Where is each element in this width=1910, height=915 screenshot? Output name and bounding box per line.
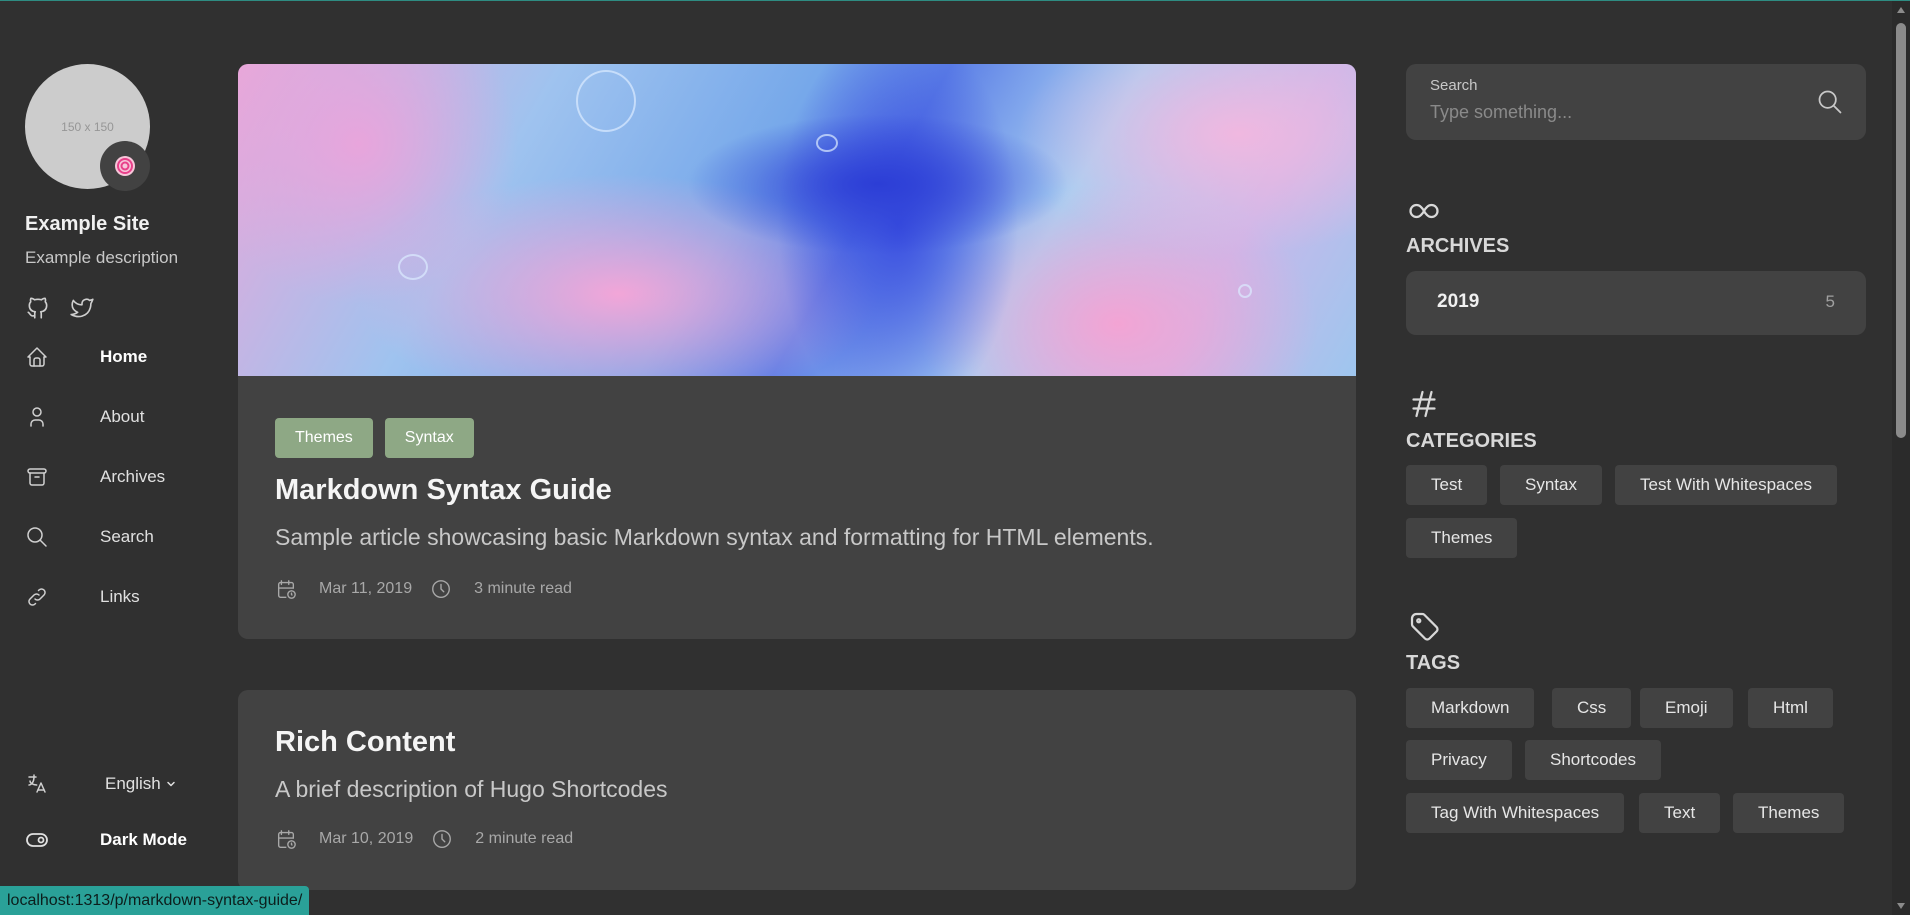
toggle-icon xyxy=(25,828,49,852)
menu-item-home[interactable]: Home xyxy=(25,337,205,377)
tag-chip[interactable]: Privacy xyxy=(1406,740,1512,780)
avatar-placeholder-text: 150 x 150 xyxy=(61,119,114,134)
link-icon xyxy=(25,585,49,609)
clock-icon xyxy=(431,828,453,850)
category-chip[interactable]: Syntax xyxy=(1500,465,1602,505)
tag-chip[interactable]: Tag With Whitespaces xyxy=(1406,793,1625,833)
infinity-icon xyxy=(1406,193,1442,229)
search-input[interactable] xyxy=(1430,98,1810,126)
dark-mode-label: Dark Mode xyxy=(100,830,187,849)
language-label: English xyxy=(105,774,161,793)
search-label: Search xyxy=(1430,77,1478,94)
clock-icon xyxy=(430,578,452,600)
categories-title: CATEGORIES xyxy=(1406,430,1537,452)
tag-icon xyxy=(1406,608,1442,644)
hero-bubble xyxy=(576,70,636,132)
archives-title: ARCHIVES xyxy=(1406,235,1510,257)
article-subtitle: Sample article showcasing basic Markdown… xyxy=(275,524,1154,550)
twitter-icon[interactable] xyxy=(69,295,95,321)
menu-item-links[interactable]: Links xyxy=(25,577,205,617)
lollipop-icon xyxy=(100,141,150,191)
hashtag-icon xyxy=(1406,386,1442,422)
site-name[interactable]: Example Site xyxy=(25,213,150,236)
menu-item-archives[interactable]: Archives xyxy=(25,457,205,497)
category-chip[interactable]: Test xyxy=(1406,465,1488,505)
article-hero-image[interactable] xyxy=(238,64,1356,376)
article-date: Mar 11, 2019 xyxy=(319,580,413,597)
chevron-down-icon xyxy=(165,778,177,790)
article-title[interactable]: Rich Content xyxy=(275,726,455,759)
article-date: Mar 10, 2019 xyxy=(319,830,414,847)
category-chip[interactable]: Themes xyxy=(1406,518,1518,558)
category-chip[interactable]: Themes xyxy=(275,418,373,458)
github-icon[interactable] xyxy=(25,295,51,321)
article-card[interactable]: Rich Content A brief description of Hugo… xyxy=(238,690,1356,890)
article-categories: Themes Syntax xyxy=(275,418,474,458)
hero-bubble xyxy=(1238,284,1252,298)
archive-icon xyxy=(25,465,49,489)
tags-list: Markdown Css Emoji Html Privacy Shortcod… xyxy=(1406,688,1876,838)
search-icon xyxy=(25,525,49,549)
tag-chip[interactable]: Shortcodes xyxy=(1525,740,1661,780)
article-card[interactable]: Themes Syntax Markdown Syntax Guide Samp… xyxy=(238,64,1356,639)
search-widget: Search xyxy=(1406,64,1866,140)
tag-chip[interactable]: Emoji xyxy=(1640,688,1733,728)
menu-item-search[interactable]: Search xyxy=(25,517,205,557)
archive-count: 5 xyxy=(1825,292,1835,311)
site-description: Example description xyxy=(25,248,179,267)
calendar-icon xyxy=(275,828,297,850)
calendar-icon xyxy=(275,578,297,600)
article-subtitle: A brief description of Hugo Shortcodes xyxy=(275,776,668,802)
hero-bubble xyxy=(816,134,838,152)
menu-label-search: Search xyxy=(100,527,154,546)
categories-list: Test Syntax Test With Whitespaces Themes xyxy=(1406,465,1876,565)
menu-label-archives: Archives xyxy=(100,467,166,486)
language-selector[interactable]: English xyxy=(25,765,205,803)
tag-chip[interactable]: Markdown xyxy=(1406,688,1535,728)
menu-item-about[interactable]: About xyxy=(25,397,205,437)
category-chip[interactable]: Syntax xyxy=(384,418,474,458)
article-reading-time: 3 minute read xyxy=(474,580,572,597)
article-title[interactable]: Markdown Syntax Guide xyxy=(275,474,612,507)
category-chip[interactable]: Test With Whitespaces xyxy=(1615,465,1837,505)
tag-chip[interactable]: Css xyxy=(1552,688,1632,728)
hero-bubble xyxy=(398,254,428,280)
menu-label-home: Home xyxy=(100,347,148,366)
article-reading-time: 2 minute read xyxy=(475,830,574,847)
menu-label-links: Links xyxy=(100,587,140,606)
menu-label-about: About xyxy=(100,407,145,426)
status-bar-url: localhost:1313/p/markdown-syntax-guide/ xyxy=(0,886,310,915)
home-icon xyxy=(25,345,49,369)
archive-year: 2019 xyxy=(1437,291,1480,312)
tags-title: TAGS xyxy=(1406,652,1461,674)
tag-chip[interactable]: Text xyxy=(1639,793,1721,833)
article-meta: Mar 11, 2019 3 minute read xyxy=(275,578,590,600)
scroll-up-icon[interactable] xyxy=(1896,5,1906,15)
language-label-group: English xyxy=(105,774,177,794)
dark-mode-toggle[interactable]: Dark Mode xyxy=(25,821,205,859)
article-meta: Mar 10, 2019 2 minute read xyxy=(275,828,591,850)
scroll-down-icon[interactable] xyxy=(1896,901,1906,911)
social-links xyxy=(25,295,95,321)
archive-year-row[interactable]: 2019 5 xyxy=(1406,271,1866,335)
left-sidebar: 150 x 150 Example Site Example descripti… xyxy=(0,1,212,915)
language-icon xyxy=(25,772,49,796)
scrollbar-thumb[interactable] xyxy=(1896,23,1906,438)
user-icon xyxy=(25,405,49,429)
tag-chip[interactable]: Html xyxy=(1748,688,1833,728)
search-icon[interactable] xyxy=(1816,88,1844,116)
tag-chip[interactable]: Themes xyxy=(1733,793,1845,833)
scrollbar[interactable] xyxy=(1892,1,1910,915)
